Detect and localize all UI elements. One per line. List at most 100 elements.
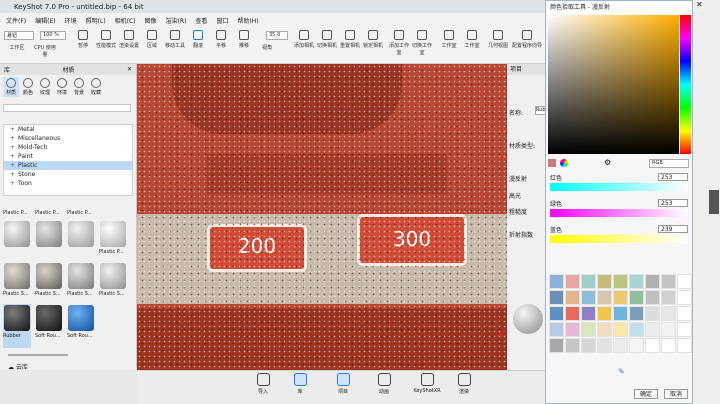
dolly-button[interactable]: 推移 xyxy=(233,30,255,49)
color-swatch[interactable] xyxy=(549,338,564,353)
project-button[interactable]: 项目 xyxy=(330,373,356,395)
color-swatch[interactable] xyxy=(613,306,628,321)
color-swatch[interactable] xyxy=(645,322,660,337)
thumbnail-size-slider[interactable] xyxy=(8,354,68,356)
tree-item-miscellaneous[interactable]: Miscellaneous xyxy=(4,134,132,143)
thumb-item[interactable] xyxy=(67,220,95,264)
tab-backgrounds[interactable]: 背景 xyxy=(71,77,87,97)
thumb-item[interactable] xyxy=(35,220,63,264)
menu-camera[interactable]: 相机(C) xyxy=(115,16,136,25)
render-settings-button[interactable]: 渲染设置 xyxy=(118,30,140,49)
color-swatch[interactable] xyxy=(629,290,644,305)
color-swatch[interactable] xyxy=(629,274,644,289)
ok-button[interactable]: 确定 xyxy=(634,389,658,399)
color-swatch[interactable] xyxy=(661,338,676,353)
color-swatch[interactable] xyxy=(661,322,676,337)
perspective-button[interactable]: 视角 xyxy=(256,44,278,51)
tree-item-metal[interactable]: Metal xyxy=(4,125,132,134)
color-swatch[interactable] xyxy=(613,322,628,337)
color-swatch[interactable] xyxy=(597,322,612,337)
pause-button[interactable]: 暂停 xyxy=(72,30,94,49)
tab-colors[interactable]: 颜色 xyxy=(20,77,36,97)
color-swatch[interactable] xyxy=(677,322,692,337)
keyshotxr-button[interactable]: KeyShotXR xyxy=(411,373,443,394)
tab-environments[interactable]: 环境 xyxy=(54,77,70,97)
tree-item-plastic[interactable]: Plastic xyxy=(4,161,132,170)
color-swatch[interactable] xyxy=(565,306,580,321)
tree-item-toon[interactable]: Toon xyxy=(4,179,132,188)
eyedropper-icon[interactable]: ✎ xyxy=(618,367,625,376)
thumb-item[interactable]: Plastic S... xyxy=(67,262,95,306)
pan-button[interactable]: 平移 xyxy=(210,30,232,49)
animation-button[interactable]: 动画 xyxy=(371,373,397,395)
color-swatch[interactable] xyxy=(581,322,596,337)
performance-mode-button[interactable]: 性能模式 xyxy=(95,30,117,49)
close-icon[interactable]: ✕ xyxy=(127,66,132,73)
gear-icon[interactable]: ⚙ xyxy=(604,158,611,167)
menu-edit[interactable]: 编辑(E) xyxy=(35,16,55,25)
color-mode-icon[interactable] xyxy=(548,159,556,167)
color-swatch[interactable] xyxy=(565,338,580,353)
library-button[interactable]: 库 xyxy=(287,373,313,395)
reset-camera-button[interactable]: 重置相机 xyxy=(339,30,361,49)
cancel-button[interactable]: 取消 xyxy=(664,389,688,399)
thumb-item[interactable]: Plastic P... xyxy=(99,220,127,264)
color-swatch[interactable] xyxy=(597,274,612,289)
green-value-input[interactable]: 253 xyxy=(658,199,688,207)
menu-help[interactable]: 帮助(H) xyxy=(237,16,258,25)
configurator-wizard-button[interactable]: 配置程序向导 xyxy=(512,30,542,49)
thumb-item[interactable] xyxy=(3,220,31,264)
color-swatch[interactable] xyxy=(565,274,580,289)
thumb-item[interactable]: Plastic S... xyxy=(99,262,127,306)
color-swatch[interactable] xyxy=(645,338,660,353)
move-tool-button[interactable]: 移动工具 xyxy=(164,30,186,49)
blue-slider[interactable]: 蓝色 239 xyxy=(548,225,691,245)
collapse-tab[interactable] xyxy=(709,190,719,214)
menu-render[interactable]: 渲染(R) xyxy=(166,16,187,25)
color-swatch[interactable] xyxy=(645,274,660,289)
lock-camera-button[interactable]: 锁定相机 xyxy=(362,30,384,49)
saturation-value-field[interactable] xyxy=(548,15,679,154)
color-swatch[interactable] xyxy=(613,290,628,305)
menu-window[interactable]: 窗口 xyxy=(216,16,228,25)
library-search-input[interactable] xyxy=(3,104,131,112)
color-swatch[interactable] xyxy=(613,274,628,289)
color-swatch[interactable] xyxy=(581,306,596,321)
blue-value-input[interactable]: 239 xyxy=(658,225,688,233)
color-swatch[interactable] xyxy=(581,274,596,289)
fov-input[interactable]: 35.0 xyxy=(266,31,288,40)
close-icon[interactable]: ✕ xyxy=(696,0,703,9)
tree-item-paint[interactable]: Paint xyxy=(4,152,132,161)
color-swatch[interactable] xyxy=(613,338,628,353)
switch-camera-button[interactable]: 切换相机 xyxy=(316,30,338,49)
tab-materials[interactable]: 材质 xyxy=(3,77,19,97)
menu-lighting[interactable]: 照明(L) xyxy=(86,16,106,25)
workspace-button[interactable]: 工作区 xyxy=(6,44,28,51)
color-swatch[interactable] xyxy=(677,338,692,353)
color-swatch[interactable] xyxy=(565,290,580,305)
hue-slider[interactable] xyxy=(680,15,691,154)
color-swatch[interactable] xyxy=(549,322,564,337)
color-swatch[interactable] xyxy=(661,306,676,321)
color-swatch[interactable] xyxy=(565,322,580,337)
tab-favorites[interactable]: 收藏 xyxy=(88,77,104,97)
red-value-input[interactable]: 253 xyxy=(658,173,688,181)
zoom-select[interactable]: 100 % xyxy=(40,31,66,40)
color-swatch[interactable] xyxy=(677,274,692,289)
color-swatch[interactable] xyxy=(581,290,596,305)
thumb-item[interactable]: Plastic S... xyxy=(3,262,31,306)
add-camera-button[interactable]: 添加相机 xyxy=(293,30,315,49)
color-swatch[interactable] xyxy=(677,306,692,321)
color-swatch[interactable] xyxy=(597,306,612,321)
color-swatch[interactable] xyxy=(645,290,660,305)
color-swatch[interactable] xyxy=(597,290,612,305)
workspace-select[interactable]: 悬钮 xyxy=(4,31,34,40)
color-swatch[interactable] xyxy=(549,274,564,289)
tree-item-stone[interactable]: Stone xyxy=(4,170,132,179)
tree-item-mold-tech[interactable]: Mold-Tech xyxy=(4,143,132,152)
color-swatch[interactable] xyxy=(629,338,644,353)
tab-textures[interactable]: 纹理 xyxy=(37,77,53,97)
thumb-item-selected[interactable]: Rubber xyxy=(3,304,31,348)
color-swatch[interactable] xyxy=(677,290,692,305)
render-button[interactable]: 渲染 xyxy=(451,373,477,395)
